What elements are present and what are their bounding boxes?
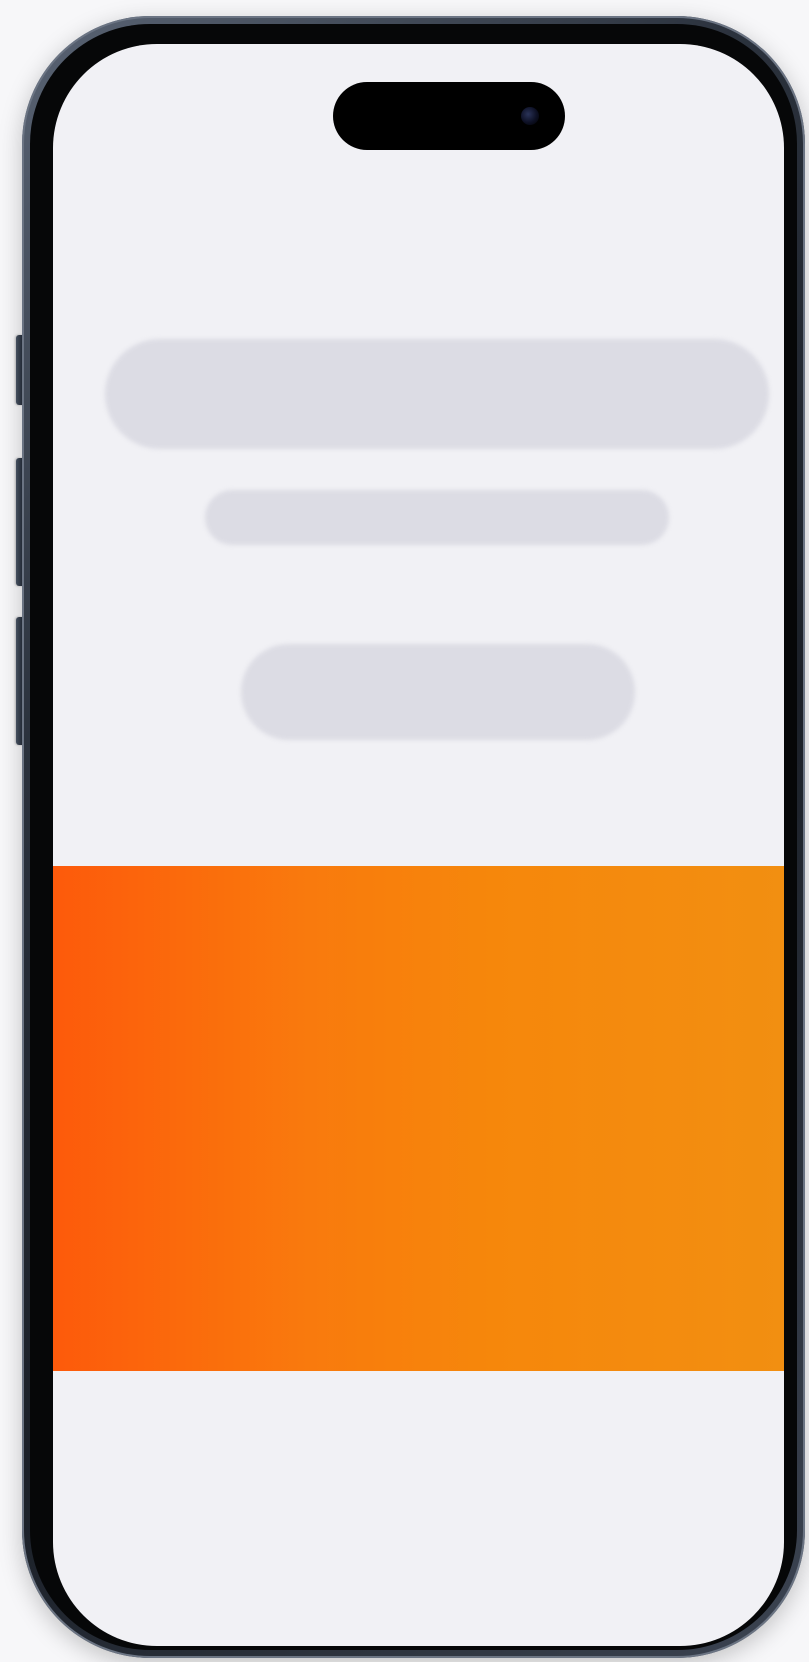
front-camera-icon	[521, 107, 539, 125]
phone-screen	[53, 44, 784, 1646]
title-placeholder	[105, 339, 769, 449]
dynamic-island	[333, 82, 565, 150]
button-placeholder[interactable]	[241, 644, 635, 740]
device-stage	[0, 0, 809, 1662]
subtitle-placeholder	[205, 490, 669, 545]
orange-banner	[53, 866, 784, 1371]
